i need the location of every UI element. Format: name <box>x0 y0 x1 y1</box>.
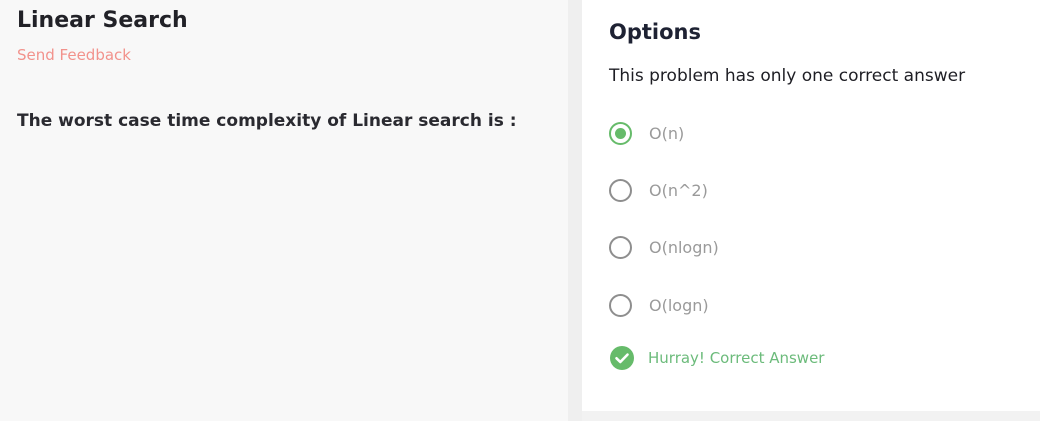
option-3[interactable]: O(nlogn) <box>609 232 1009 262</box>
option-4[interactable]: O(logn) <box>609 290 1009 320</box>
option-2[interactable]: O(n^2) <box>609 175 1009 205</box>
quiz-page: Linear Search Send Feedback The worst ca… <box>0 0 1040 421</box>
options-panel: Options This problem has only one correc… <box>582 0 1040 411</box>
check-circle-icon <box>610 346 634 370</box>
options-instruction: This problem has only one correct answer <box>609 66 966 86</box>
result-text: Hurray! Correct Answer <box>648 349 825 367</box>
options-heading: Options <box>609 20 701 44</box>
question-text: The worst case time complexity of Linear… <box>17 111 517 131</box>
radio-button-selected[interactable] <box>609 121 632 145</box>
option-label: O(nlogn) <box>649 237 719 257</box>
result-message: Hurray! Correct Answer <box>610 346 824 370</box>
option-1[interactable]: O(n) <box>609 118 1009 148</box>
radio-button[interactable] <box>609 178 632 202</box>
radio-button[interactable] <box>609 293 632 317</box>
pane-divider <box>568 0 582 421</box>
option-label: O(n^2) <box>649 180 708 200</box>
radio-button[interactable] <box>609 235 632 259</box>
problem-title: Linear Search <box>17 8 188 33</box>
problem-pane: Linear Search Send Feedback The worst ca… <box>0 0 568 421</box>
send-feedback-link[interactable]: Send Feedback <box>17 46 131 64</box>
option-label: O(logn) <box>649 295 709 315</box>
option-label: O(n) <box>649 123 685 143</box>
